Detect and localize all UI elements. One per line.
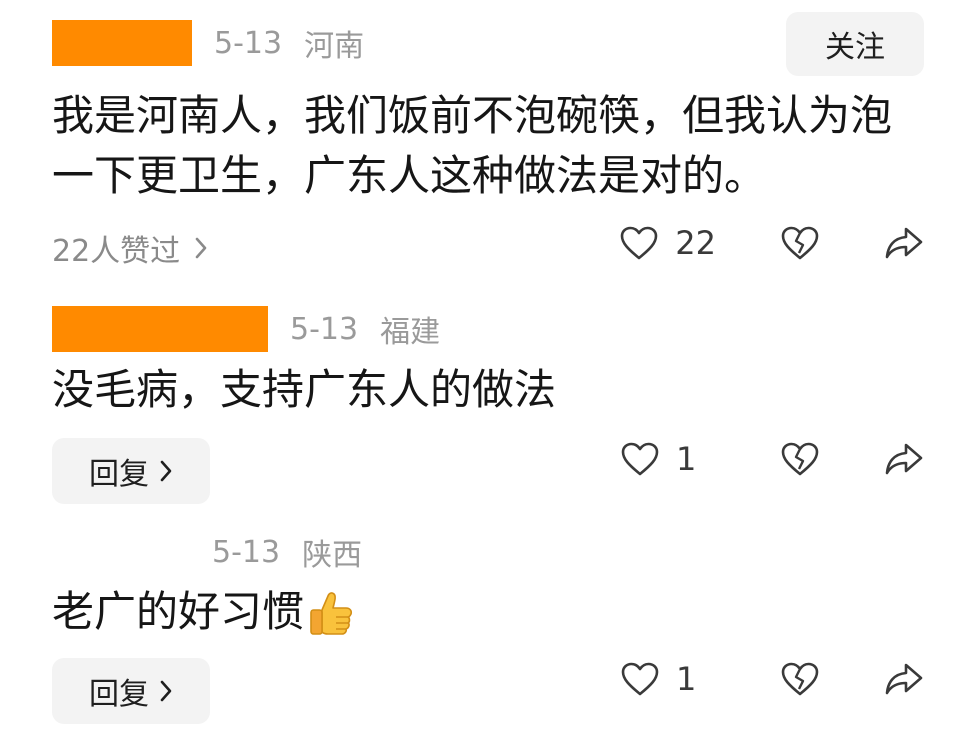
comment-item: 5-13 陕西 老广的好习惯 回复 1 [0,510,960,732]
follow-button[interactable]: 关注 [786,12,924,76]
like-button[interactable]: 22 [619,224,716,262]
broken-heart-icon[interactable] [780,661,820,697]
redacted-username [52,20,192,66]
chevron-right-icon [194,236,208,260]
chevron-right-icon [159,679,173,703]
like-count: 1 [676,440,697,478]
comment-location: 河南 [304,29,365,64]
like-button[interactable]: 1 [620,440,716,478]
like-button[interactable]: 1 [620,660,716,698]
share-arrow-icon[interactable] [884,225,924,261]
heart-outline-icon [620,441,660,477]
comment-location: 陕西 [302,538,363,573]
reply-button[interactable]: 回复 [52,438,210,504]
broken-heart-icon[interactable] [780,441,820,477]
like-count: 22 [675,224,716,262]
reply-button[interactable]: 回复 [52,658,210,724]
reply-label: 回复 [89,457,149,492]
comment-item: 5-13 河南 关注 我是河南人，我们饭前不泡碗筷，但我认为泡一下更卫生，广东人… [0,0,960,290]
comment-text-row: 老广的好习惯 [52,582,354,642]
comment-item: 5-13 福建 没毛病，支持广东人的做法 回复 1 [0,290,960,510]
comment-text: 没毛病，支持广东人的做法 [52,365,557,414]
likes-summary-link[interactable]: 22人赞过 [52,226,208,270]
share-arrow-icon[interactable] [884,441,924,477]
comment-meta: 5-13 福建 [52,306,440,352]
comment-meta: 5-13 河南 [52,20,364,66]
thumbs-up-emoji [308,588,354,636]
comment-date: 5-13 [290,311,359,347]
comment-location: 福建 [380,315,441,350]
comment-actions: 1 [620,660,924,698]
broken-heart-icon[interactable] [780,225,820,261]
comment-text: 我是河南人，我们饭前不泡碗筷，但我认为泡一下更卫生，广东人这种做法是对的。 [52,91,893,200]
heart-outline-icon [619,225,659,261]
heart-outline-icon [620,661,660,697]
comment-actions: 22 [619,224,924,262]
likes-summary-text: 22人赞过 [52,234,181,269]
comment-meta: 5-13 陕西 [212,530,362,574]
redacted-username [52,306,268,352]
comment-text: 老广的好习惯 [52,587,305,636]
like-count: 1 [676,660,697,698]
share-arrow-icon[interactable] [884,661,924,697]
chevron-right-icon [159,459,173,483]
reply-label: 回复 [89,677,149,712]
comment-date: 5-13 [214,25,283,61]
comment-actions: 1 [620,440,924,478]
comment-date: 5-13 [212,534,281,570]
